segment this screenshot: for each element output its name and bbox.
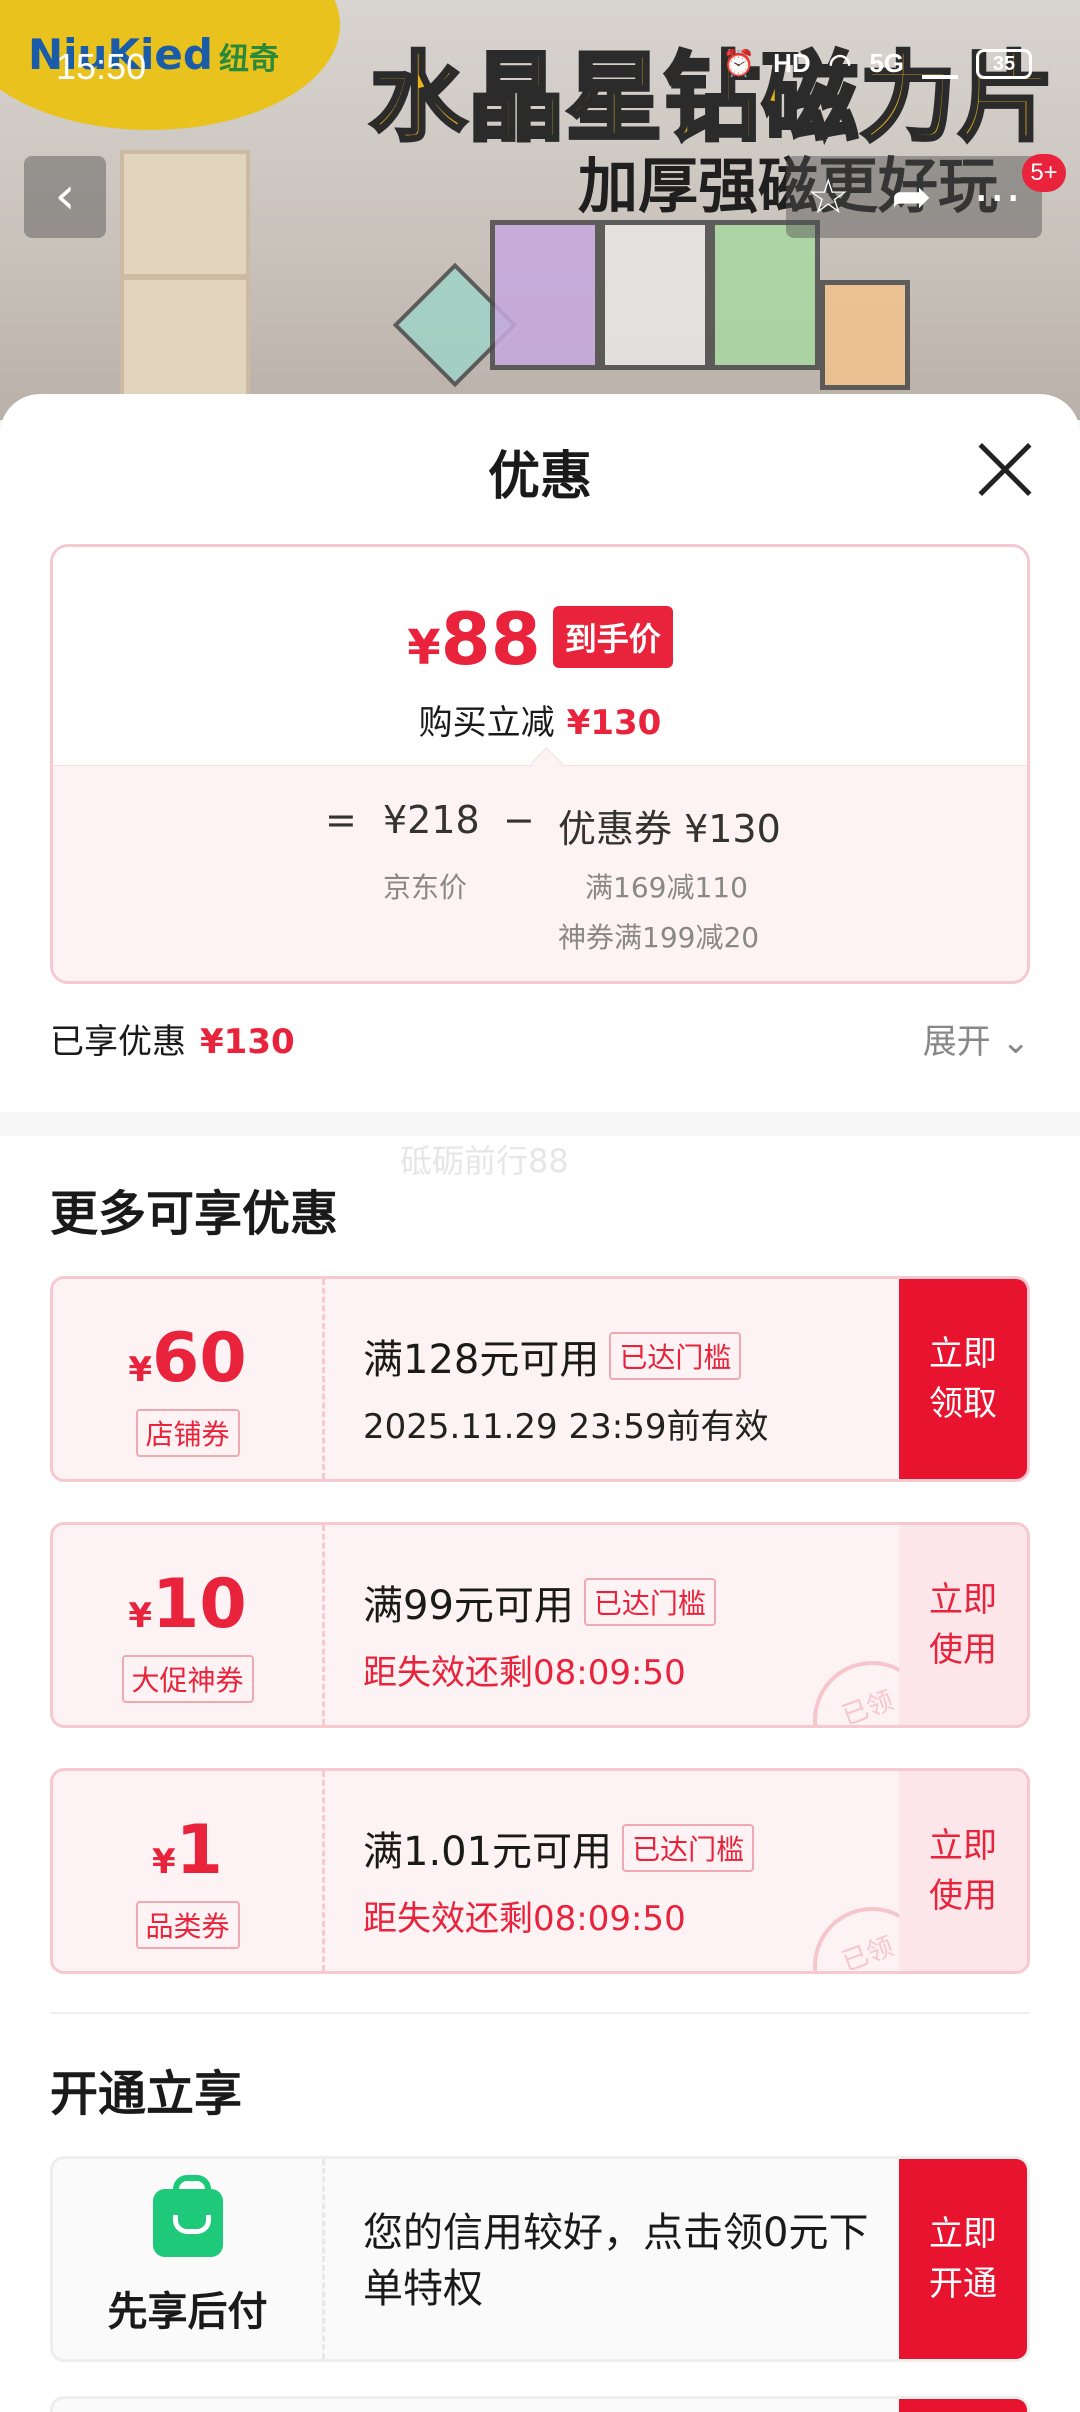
jd-price-caption: 京东价 bbox=[383, 871, 468, 904]
use-coupon-button[interactable]: 立即 使用 bbox=[899, 1525, 1027, 1725]
chevron-down-icon: ⌄ bbox=[1001, 1022, 1031, 1062]
message-count-badge: 5+ bbox=[1022, 154, 1066, 192]
final-price: ¥88 到手价 bbox=[53, 597, 1027, 681]
activate-button[interactable]: 立即 开通 bbox=[899, 2159, 1027, 2359]
price-breakdown: = ¥218 − 优惠券 ¥130 京东价 满169减110 神券满199减20 bbox=[53, 765, 1027, 981]
enjoyed-amount: ¥130 bbox=[200, 1022, 295, 1062]
coupon-card: ¥10 大促神券 满99元可用 已达门槛 距失效还剩08:09:50 已领 立即 … bbox=[50, 1522, 1030, 1728]
coupon-card: ¥60 店铺券 满128元可用 已达门槛 2025.11.29 23:59前有效 … bbox=[50, 1276, 1030, 1482]
section-divider bbox=[0, 1112, 1080, 1136]
pay-later-description: 您的信用较好，点击领0元下单特权 bbox=[363, 2210, 869, 2312]
hd-icon: HD bbox=[773, 48, 811, 78]
battery-icon: 35 bbox=[976, 48, 1032, 79]
pay-later-card: 先享后付 您的信用较好，点击领0元下单特权 立即 开通 bbox=[50, 2156, 1030, 2362]
status-time: 15:50 bbox=[56, 46, 147, 87]
open-enjoy-title: 开通立享 bbox=[50, 2066, 243, 2122]
sheet-title: 优惠 bbox=[487, 447, 592, 507]
coupon-condition: 满99元可用 bbox=[363, 1583, 574, 1629]
reduction-amount: ¥130 bbox=[566, 703, 662, 743]
next-offer-button[interactable] bbox=[899, 2399, 1027, 2412]
coupon-type: 大促神券 bbox=[121, 1655, 254, 1703]
favorite-star-icon[interactable]: ☆ bbox=[807, 173, 850, 221]
status-icons: ⏰ HD ◠ 5G 35 bbox=[723, 48, 1032, 79]
close-icon[interactable] bbox=[976, 440, 1034, 498]
use-coupon-button[interactable]: 立即 使用 bbox=[899, 1771, 1027, 1971]
threshold-met-badge: 已达门槛 bbox=[609, 1332, 742, 1380]
coupon-total: 优惠券 ¥130 bbox=[558, 807, 781, 851]
status-bar: 15:50 ⏰ HD ◠ 5G 35 bbox=[0, 0, 1080, 130]
coupon-value: ¥60 bbox=[128, 1319, 247, 1398]
currency-symbol: ¥ bbox=[407, 620, 441, 676]
coupon-value: ¥1 bbox=[152, 1811, 223, 1890]
discount-sheet: 优惠 ¥88 到手价 购买立减 ¥130 = ¥218 − 优惠券 ¥130 京东价… bbox=[0, 394, 1080, 2412]
back-button[interactable]: ‹ bbox=[24, 156, 106, 238]
claim-coupon-button[interactable]: 立即 领取 bbox=[899, 1279, 1027, 1479]
instant-reduction: 购买立减 ¥130 bbox=[53, 695, 1027, 744]
signal-5g-label: 5G bbox=[869, 48, 904, 78]
coupon-value: ¥10 bbox=[128, 1565, 247, 1644]
shelf-graphic bbox=[120, 150, 250, 420]
coupon-rule-2: 神券满199减20 bbox=[558, 921, 760, 954]
divider bbox=[50, 2012, 1030, 2014]
coupon-condition: 满1.01元可用 bbox=[363, 1829, 613, 1875]
chevron-left-icon: ‹ bbox=[54, 166, 76, 226]
alarm-icon: ⏰ bbox=[722, 48, 756, 78]
expand-button[interactable]: 展开 ⌄ bbox=[923, 1014, 1030, 1063]
final-price-value: 88 bbox=[440, 597, 541, 681]
coupon-card: ¥1 品类券 满1.01元可用 已达门槛 距失效还剩08:09:50 已领 立即 … bbox=[50, 1768, 1030, 1974]
coupon-validity: 2025.11.29 23:59前有效 bbox=[363, 1407, 769, 1447]
coupon-type: 品类券 bbox=[135, 1901, 240, 1949]
signal-icon bbox=[922, 49, 958, 79]
minus-sign: − bbox=[503, 798, 535, 842]
coupon-info: 满99元可用 已达门槛 距失效还剩08:09:50 bbox=[363, 1573, 903, 1694]
threshold-met-badge: 已达门槛 bbox=[622, 1824, 755, 1872]
final-price-card: ¥88 到手价 购买立减 ¥130 = ¥218 − 优惠券 ¥130 京东价 满1… bbox=[50, 544, 1030, 984]
coupon-info: 满128元可用 已达门槛 2025.11.29 23:59前有效 bbox=[363, 1327, 903, 1448]
next-offer-card bbox=[50, 2396, 1030, 2412]
coupon-value-section: ¥10 大促神券 bbox=[53, 1525, 325, 1725]
equals-sign: = bbox=[325, 798, 357, 842]
coupon-condition: 满128元可用 bbox=[363, 1337, 600, 1383]
coupon-rule-1: 满169减110 bbox=[585, 871, 748, 904]
enjoyed-label: 已享优惠 bbox=[50, 1022, 186, 1062]
more-icon[interactable]: ⋯ bbox=[973, 173, 1021, 221]
pay-later-brand: 先享后付 bbox=[53, 2159, 325, 2359]
watermark: 砥砺前行88 bbox=[400, 1142, 569, 1180]
pay-later-name: 先享后付 bbox=[107, 2289, 268, 2335]
share-icon[interactable]: ➦ bbox=[891, 173, 931, 221]
jd-price: ¥218 bbox=[383, 798, 480, 842]
coupon-type: 店铺券 bbox=[135, 1409, 240, 1457]
expand-label: 展开 bbox=[922, 1022, 991, 1062]
final-price-tag: 到手价 bbox=[552, 606, 673, 668]
enjoyed-discount-row: 已享优惠 ¥130 展开 ⌄ bbox=[50, 1014, 1030, 1074]
shopping-bag-icon bbox=[153, 2175, 223, 2257]
more-discounts-title: 更多可享优惠 bbox=[50, 1186, 339, 1242]
coupon-info: 满1.01元可用 已达门槛 距失效还剩08:09:50 bbox=[363, 1819, 903, 1940]
wifi-icon: ◠ bbox=[828, 48, 852, 78]
reduction-label: 购买立减 bbox=[418, 703, 555, 743]
final-price-section: ¥88 到手价 购买立减 ¥130 bbox=[53, 547, 1027, 765]
nav-actions: ☆ ➦ ⋯ bbox=[786, 156, 1042, 238]
coupon-value-section: ¥60 店铺券 bbox=[53, 1279, 325, 1479]
coupon-value-section: ¥1 品类券 bbox=[53, 1771, 325, 1971]
threshold-met-badge: 已达门槛 bbox=[583, 1578, 716, 1626]
